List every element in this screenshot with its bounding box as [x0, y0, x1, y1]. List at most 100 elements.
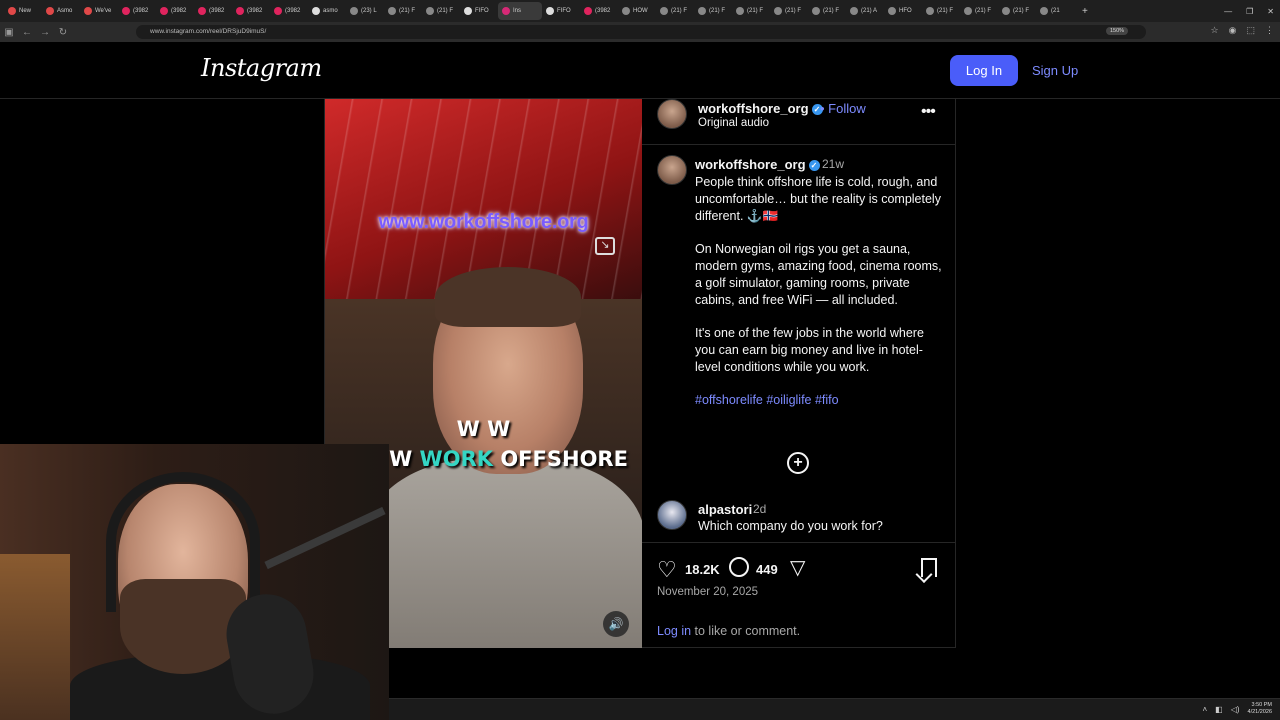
browser-tab[interactable]: (23) L: [346, 2, 384, 20]
browser-tab[interactable]: (21) F: [808, 2, 846, 20]
expand-icon[interactable]: ↘: [595, 237, 615, 255]
browser-tab[interactable]: (3982: [194, 2, 232, 20]
tab-label: (3982: [247, 8, 263, 14]
browser-tab[interactable]: HOW: [618, 2, 656, 20]
minimize-icon[interactable]: —: [1224, 7, 1232, 16]
tab-favicon-icon: [236, 7, 244, 15]
tab-label: We've: [95, 8, 112, 14]
browser-tab[interactable]: (3982: [118, 2, 156, 20]
chevron-up-icon[interactable]: ˄: [1202, 705, 1207, 714]
browser-tab[interactable]: FIFO: [542, 2, 580, 20]
clock-date: 4/21/2026: [1247, 709, 1272, 715]
tab-label: FIFO: [557, 8, 571, 14]
browser-tab[interactable]: (21) F: [960, 2, 998, 20]
commenter-username[interactable]: alpastori: [698, 502, 752, 517]
bookmark-icon[interactable]: [921, 558, 937, 577]
sound-icon[interactable]: 🔊: [603, 611, 629, 637]
instagram-logo[interactable]: Instagram: [201, 54, 322, 82]
browser-tab[interactable]: HFO: [884, 2, 922, 20]
commenter-avatar[interactable]: [657, 500, 687, 530]
video-person-body: [365, 459, 642, 648]
browser-tab[interactable]: asmo: [308, 2, 346, 20]
browser-tab[interactable]: (21) F: [770, 2, 808, 20]
address-bar-actions: ☆ ◉ ⬚ ⋮: [1211, 25, 1274, 36]
caption-paragraph: On Norwegian oil rigs you get a sauna, m…: [695, 242, 942, 307]
star-icon[interactable]: ☆: [1211, 25, 1219, 36]
tab-label: (21) F: [1013, 8, 1030, 14]
browser-tab[interactable]: (3982: [270, 2, 308, 20]
sign-up-link[interactable]: Sign Up: [1032, 63, 1078, 78]
caption-avatar[interactable]: [657, 155, 687, 185]
video-subtitle-line-2: W WORK OFFSHORE: [375, 447, 642, 471]
tab-favicon-icon: [198, 7, 206, 15]
reload-icon[interactable]: ↻: [54, 27, 72, 38]
follow-button[interactable]: • Follow: [820, 101, 866, 116]
caption-username[interactable]: workoffshore_org ✓: [695, 157, 820, 172]
browser-tab[interactable]: Ins: [498, 2, 542, 20]
window-controls: — ❐ ✕: [1224, 0, 1274, 22]
network-icon[interactable]: ◧: [1215, 705, 1223, 714]
clock[interactable]: 3:50 PM 4/21/2026: [1248, 702, 1272, 716]
close-icon[interactable]: ✕: [1267, 7, 1274, 16]
hashtags[interactable]: #offshorelife #oiliglife #fifo: [695, 392, 945, 409]
browser-tab[interactable]: (3982: [580, 2, 618, 20]
heart-icon[interactable]: ♡: [657, 557, 677, 583]
browser-tab[interactable]: (21) F: [922, 2, 960, 20]
subtitle-highlight: WORK: [419, 447, 494, 471]
tab-label: (21: [1051, 8, 1060, 14]
caption-time: 21w: [822, 157, 845, 171]
browser-tab[interactable]: (21) F: [384, 2, 422, 20]
comment-time: 2d: [753, 502, 767, 516]
browser-tab[interactable]: (21) F: [422, 2, 460, 20]
comment-icon[interactable]: [729, 557, 749, 577]
browser-tab[interactable]: (21: [1036, 2, 1074, 20]
menu-icon[interactable]: ⋮: [1265, 25, 1274, 36]
forward-icon[interactable]: →: [36, 27, 54, 38]
browser-tab[interactable]: (21) A: [846, 2, 884, 20]
extensions-icon[interactable]: ⬚: [1246, 25, 1255, 36]
like-count[interactable]: 18.2K: [685, 562, 720, 577]
maximize-icon[interactable]: ❐: [1246, 7, 1253, 16]
browser-tab[interactable]: (21) F: [656, 2, 694, 20]
browser-tab[interactable]: (3982: [232, 2, 270, 20]
profile-icon[interactable]: ◉: [1229, 25, 1237, 36]
browser-tab[interactable]: (21) F: [998, 2, 1036, 20]
tab-favicon-icon: [122, 7, 130, 15]
load-more-comments-icon[interactable]: +: [787, 452, 809, 474]
author-avatar[interactable]: [657, 99, 687, 129]
url-field[interactable]: www.instagram.com/reel/DRSjuD9imuS/: [136, 25, 1146, 39]
tab-label: FIFO: [475, 8, 489, 14]
audio-label[interactable]: Original audio: [698, 117, 769, 129]
browser-tab[interactable]: (3982: [156, 2, 194, 20]
browser-tab[interactable]: (21) F: [694, 2, 732, 20]
tab-favicon-icon: [502, 7, 510, 15]
browser-address-bar: ▣ ← → ↻ www.instagram.com/reel/DRSjuD9im…: [0, 22, 1280, 42]
volume-icon[interactable]: ◁): [1231, 705, 1240, 714]
new-tab-button[interactable]: +: [1082, 6, 1088, 17]
post-actions: ♡ 18.2K 449 ▽ November 20, 2025 Log in t…: [642, 542, 956, 648]
webcam-overlay: [0, 444, 389, 720]
clock-time: 3:50 PM: [1251, 702, 1272, 708]
tab-label: (21) A: [861, 8, 878, 14]
browser-tab[interactable]: FIFO: [460, 2, 498, 20]
headphones-icon: [106, 472, 260, 612]
zoom-indicator[interactable]: 150%: [1106, 27, 1129, 35]
more-options-icon[interactable]: •••: [921, 103, 936, 121]
tab-favicon-icon: [84, 7, 92, 15]
login-prompt: Log in to like or comment.: [657, 624, 801, 638]
back-icon[interactable]: ←: [18, 27, 36, 38]
author-username[interactable]: workoffshore_org ✓: [698, 101, 823, 116]
log-in-button[interactable]: Log In: [950, 55, 1018, 86]
tab-label: (21) F: [823, 8, 840, 14]
browser-tab[interactable]: Asmo: [42, 2, 80, 20]
browser-tab[interactable]: We've: [80, 2, 118, 20]
tab-label: (23) L: [361, 8, 377, 14]
tab-label: (21) F: [399, 8, 416, 14]
tab-favicon-icon: [622, 7, 630, 15]
browser-tab[interactable]: New: [4, 2, 42, 20]
sidebar-toggle-icon[interactable]: ▣: [0, 27, 18, 38]
browser-tab[interactable]: (21) F: [732, 2, 770, 20]
tab-label: Asmo: [57, 8, 73, 14]
login-link[interactable]: Log in: [657, 624, 691, 638]
share-icon[interactable]: ▽: [790, 555, 805, 580]
